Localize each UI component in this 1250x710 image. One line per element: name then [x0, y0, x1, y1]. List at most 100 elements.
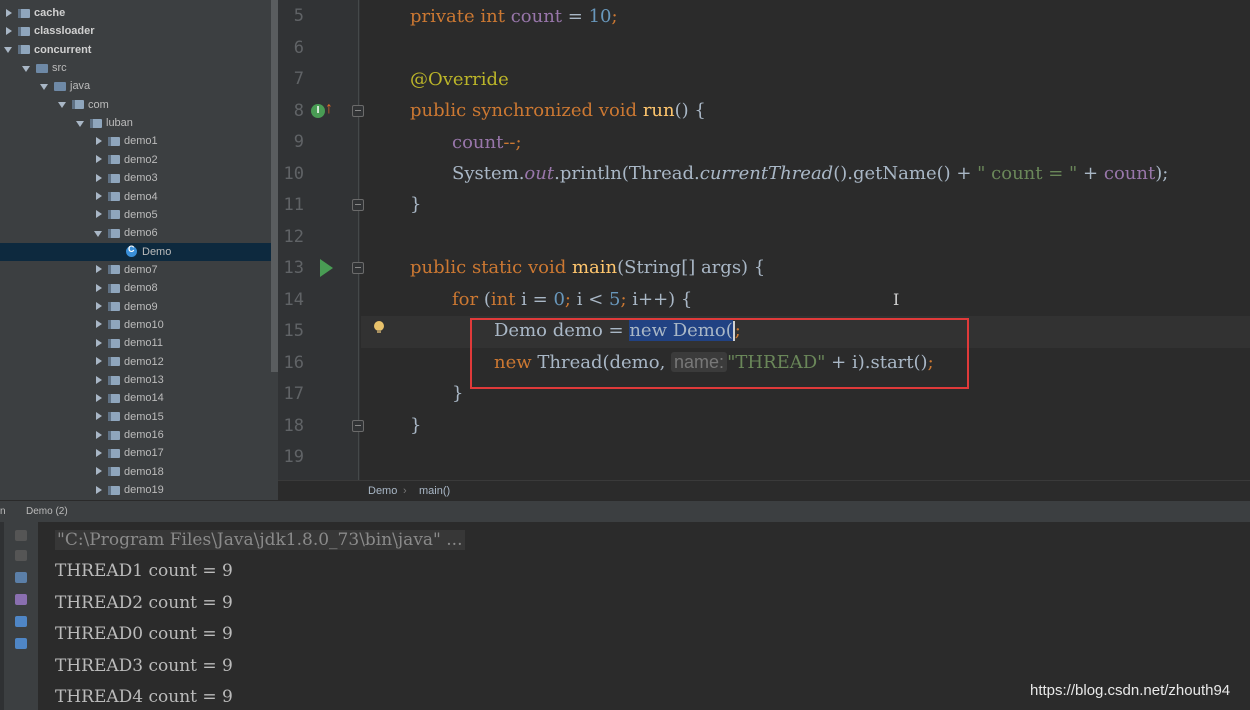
tree-item-demo15[interactable]: demo15: [0, 408, 278, 426]
tree-item-label: demo6: [124, 227, 158, 240]
collapse-right-arrow-icon[interactable]: [94, 412, 103, 421]
project-tree[interactable]: cache classloader concurrent src java com luba…: [0, 0, 278, 500]
line-number: 19: [283, 447, 304, 467]
collapse-right-arrow-icon[interactable]: [94, 393, 103, 403]
collapse-right-arrow-icon[interactable]: [94, 338, 103, 348]
collapse-right-arrow-icon[interactable]: [94, 375, 103, 385]
expand-down-arrow-icon[interactable]: [76, 119, 85, 128]
code-line-9[interactable]: count--;: [452, 132, 522, 153]
line-number: 18: [283, 415, 304, 436]
tree-item-demo8[interactable]: demo8: [0, 279, 278, 297]
collapse-right-arrow-icon[interactable]: [94, 173, 103, 183]
expand-down-arrow-icon[interactable]: [22, 64, 31, 73]
collapse-right-arrow-icon[interactable]: [94, 136, 103, 146]
collapse-right-arrow-icon[interactable]: [94, 467, 103, 476]
code-line-8[interactable]: public synchronized void run() {: [410, 100, 706, 121]
tree-item-demo7[interactable]: demo7: [0, 261, 278, 279]
code-line-18[interactable]: }: [410, 415, 421, 436]
tree-item-luban[interactable]: luban: [0, 114, 278, 132]
tree-item-label: demo5: [124, 208, 158, 221]
scroll-down-icon[interactable]: [15, 550, 27, 561]
tree-item-demo6[interactable]: demo6: [0, 224, 278, 242]
tree-item-demo9[interactable]: demo9: [0, 298, 278, 316]
code-line-11[interactable]: }: [410, 194, 421, 215]
collapse-right-arrow-icon[interactable]: [94, 320, 103, 329]
breadcrumb[interactable]: Demo › main(): [278, 480, 1250, 501]
tree-item-demo12[interactable]: demo12: [0, 353, 278, 371]
tree-item-classloader[interactable]: classloader: [0, 22, 278, 40]
tree-item-cache[interactable]: cache: [0, 4, 278, 22]
tree-item-label: luban: [106, 117, 133, 130]
collapse-right-arrow-icon[interactable]: [94, 357, 103, 366]
collapse-right-arrow-icon[interactable]: [94, 265, 103, 274]
tree-item-label: demo15: [124, 410, 164, 423]
collapse-right-arrow-icon[interactable]: [94, 430, 103, 440]
console-output-line: THREAD1 count = 9: [55, 561, 233, 581]
collapse-right-arrow-icon[interactable]: [94, 210, 103, 219]
collapse-right-arrow-icon[interactable]: [94, 283, 103, 293]
run-main-icon[interactable]: [320, 259, 333, 277]
code-line-14[interactable]: for (int i = 0; i < 5; i++) {: [452, 289, 692, 310]
tree-item-demo18[interactable]: demo18: [0, 463, 278, 481]
expand-down-arrow-icon[interactable]: [94, 229, 103, 238]
code-line-10[interactable]: System.out.println(Thread.currentThread(…: [452, 163, 1168, 184]
tree-scrollbar[interactable]: [271, 0, 278, 372]
tree-item-src[interactable]: src: [0, 59, 278, 77]
tree-item-demo2[interactable]: demo2: [0, 151, 278, 169]
collapse-right-arrow-icon[interactable]: [94, 485, 103, 495]
code-line-5[interactable]: private int count = 10;: [410, 6, 618, 27]
tree-item-label: demo11: [124, 337, 163, 350]
override-up-arrow-icon[interactable]: ↑: [325, 100, 333, 118]
collapse-right-arrow-icon[interactable]: [94, 155, 103, 164]
collapse-right-arrow-icon[interactable]: [94, 192, 103, 201]
code-line-7[interactable]: @Override: [410, 69, 509, 90]
fold-marker-icon[interactable]: [352, 262, 364, 274]
fold-marker-icon[interactable]: [352, 420, 364, 432]
fold-marker-icon[interactable]: [352, 105, 364, 117]
implements-method-icon[interactable]: I: [311, 104, 325, 118]
tree-item-label: cache: [34, 7, 66, 19]
breadcrumb-method[interactable]: main(): [419, 485, 450, 497]
breadcrumb-class[interactable]: Demo: [368, 485, 397, 497]
code-line-17[interactable]: }: [452, 383, 463, 404]
highlight-annotation-box: [470, 318, 969, 389]
expand-down-arrow-icon[interactable]: [58, 100, 67, 109]
tree-item-demo14[interactable]: demo14: [0, 389, 278, 407]
tree-item-demo19[interactable]: demo19: [0, 481, 278, 499]
expand-down-arrow-icon[interactable]: [4, 45, 13, 54]
run-tab-title[interactable]: Demo (2): [26, 506, 68, 517]
tree-item-demo11[interactable]: demo11: [0, 334, 278, 352]
tree-item-demo16[interactable]: demo16: [0, 426, 278, 444]
line-number: 7: [293, 69, 304, 89]
print-icon[interactable]: [15, 616, 27, 627]
scroll-to-end-icon[interactable]: [15, 594, 27, 605]
collapse-right-arrow-icon[interactable]: [4, 26, 13, 36]
collapse-right-arrow-icon[interactable]: [94, 302, 103, 311]
tree-item-demo10[interactable]: demo10: [0, 316, 278, 334]
line-number: 16: [283, 352, 304, 373]
soft-wrap-icon[interactable]: [15, 572, 27, 583]
line-number: 10: [283, 163, 304, 184]
tree-item-concurrent[interactable]: concurrent: [0, 41, 278, 59]
tree-item-demo4[interactable]: demo4: [0, 188, 278, 206]
collapse-right-arrow-icon[interactable]: [4, 8, 13, 18]
run-tool-window-header[interactable]: n Demo (2): [0, 500, 1250, 523]
trash-icon[interactable]: [15, 638, 27, 649]
tree-item-demo5[interactable]: demo5: [0, 206, 278, 224]
tree-item-demo1[interactable]: demo1: [0, 132, 278, 150]
tree-item-demo3[interactable]: demo3: [0, 169, 278, 187]
collapse-right-arrow-icon[interactable]: [94, 448, 103, 458]
line-number: 13: [283, 258, 304, 278]
line-number: 9: [293, 132, 304, 152]
scroll-up-icon[interactable]: [15, 530, 27, 541]
tree-item-label: demo18: [124, 465, 164, 478]
tree-item-demo[interactable]: Demo: [0, 242, 278, 261]
expand-down-arrow-icon[interactable]: [40, 82, 49, 91]
fold-marker-icon[interactable]: [352, 199, 364, 211]
lightbulb-intention-icon[interactable]: [374, 321, 384, 333]
tree-item-com[interactable]: com: [0, 96, 278, 114]
code-line-13[interactable]: public static void main(String[] args) {: [410, 257, 765, 278]
tree-item-demo17[interactable]: demo17: [0, 444, 278, 462]
tree-item-java[interactable]: java: [0, 77, 278, 95]
tree-item-demo13[interactable]: demo13: [0, 371, 278, 389]
